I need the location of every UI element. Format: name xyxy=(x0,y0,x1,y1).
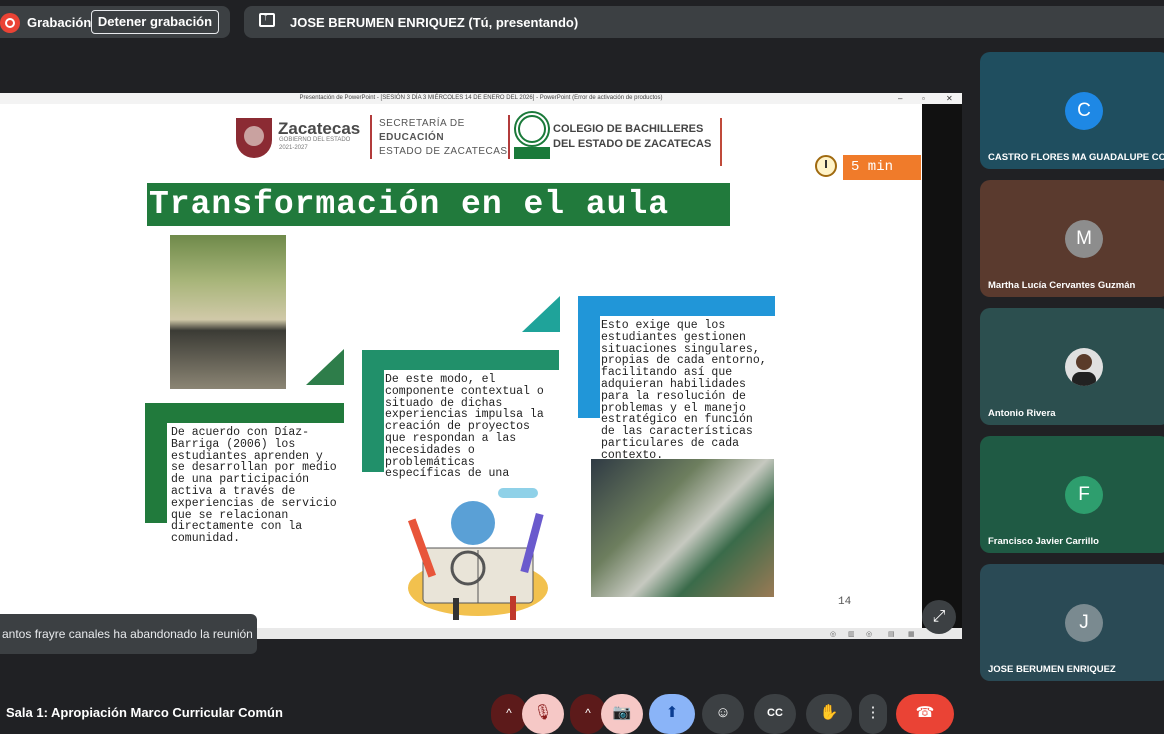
camera-off-icon[interactable]: 📷 xyxy=(601,694,643,734)
zacatecas-years: 2021-2027 xyxy=(279,145,308,151)
participant-name: JOSE BERUMEN ENRIQUEZ xyxy=(988,664,1116,675)
hang-up-button[interactable]: ☎ xyxy=(896,694,954,734)
frame-bar xyxy=(578,296,600,418)
frame-bar xyxy=(145,403,167,523)
participant-name: CASTRO FLORES MA GUADALUPE CO xyxy=(988,152,1164,163)
recording-label: Grabación xyxy=(27,15,92,30)
participant-name: Antonio Rivera xyxy=(988,408,1056,419)
close-icon[interactable]: ✕ xyxy=(946,93,953,104)
decorative-triangle xyxy=(306,349,344,385)
avatar: C xyxy=(1065,92,1103,130)
slideshow-icon[interactable]: ▤ xyxy=(888,630,895,638)
students-photo xyxy=(170,235,286,389)
participant-name: Francisco Javier Carrillo xyxy=(988,536,1099,547)
decorative-triangle xyxy=(522,296,560,332)
colegio-line1: COLEGIO DE BACHILLERES xyxy=(553,123,704,135)
colegio-logo xyxy=(514,111,550,147)
captions-icon[interactable]: CC xyxy=(754,694,796,734)
timer-badge: 5 min xyxy=(843,155,921,180)
zacatecas-logo xyxy=(236,118,272,158)
zacatecas-subtitle: GOBIERNO DEL ESTADO xyxy=(279,137,351,143)
slide-title: Transformación en el aula xyxy=(147,183,730,226)
text-block-left: De acuerdo con Díaz- Barriga (2006) los … xyxy=(171,426,337,546)
maximize-icon[interactable]: ▫ xyxy=(922,93,925,104)
view-reading-icon[interactable]: ◎ xyxy=(866,630,872,638)
fit-icon[interactable]: ▦ xyxy=(908,630,915,638)
more-options-icon[interactable]: ⋮ xyxy=(859,694,887,734)
meeting-name: Sala 1: Apropiación Marco Curricular Com… xyxy=(6,705,283,720)
participant-tile[interactable]: Antonio Rivera xyxy=(980,308,1164,425)
mic-off-icon[interactable]: 🎙 xyxy=(522,694,564,734)
frame-bar xyxy=(362,350,384,472)
recording-icon xyxy=(0,13,20,33)
participant-tile[interactable]: J JOSE BERUMEN ENRIQUEZ xyxy=(980,564,1164,681)
frame-bar xyxy=(145,403,344,423)
minimize-icon[interactable]: – xyxy=(898,93,902,104)
slide-margin xyxy=(922,104,962,628)
frame-bar xyxy=(362,350,559,370)
expand-icon[interactable]: ⤢ xyxy=(922,600,956,634)
avatar: J xyxy=(1065,604,1103,642)
avatar xyxy=(1065,348,1103,386)
avatar: F xyxy=(1065,476,1103,514)
present-screen-icon xyxy=(259,11,275,27)
divider xyxy=(508,115,510,159)
secretaria-line3: ESTADO DE ZACATECAS xyxy=(379,146,508,157)
participant-tile[interactable]: M Martha Lucía Cervantes Guzmán xyxy=(980,180,1164,297)
view-sorter-icon[interactable]: ▥ xyxy=(848,630,855,638)
page-number: 14 xyxy=(838,596,852,608)
powerpoint-titlebar: Presentación de PowerPoint - [SESIÓN 3 D… xyxy=(0,93,962,104)
participant-tile[interactable]: F Francisco Javier Carrillo xyxy=(980,436,1164,553)
frame-bar xyxy=(578,296,775,316)
notification-toast: antos frayre canales ha abandonado la re… xyxy=(0,614,257,654)
present-button[interactable]: ⬆ xyxy=(649,694,695,734)
clock-icon xyxy=(815,155,837,177)
avatar: M xyxy=(1065,220,1103,258)
emoji-icon[interactable]: ☺ xyxy=(702,694,744,734)
view-normal-icon[interactable]: ◎ xyxy=(830,630,836,638)
presenter-label: JOSE BERUMEN ENRIQUEZ (Tú, presentando) xyxy=(290,15,579,30)
raise-hand-icon[interactable]: ✋ xyxy=(806,694,852,734)
classroom-photo xyxy=(591,459,774,597)
participant-name: Martha Lucía Cervantes Guzmán xyxy=(988,280,1136,291)
zacatecas-title: Zacatecas xyxy=(278,119,361,138)
shared-screen: Presentación de PowerPoint - [SESIÓN 3 D… xyxy=(0,93,962,639)
colegio-line2: DEL ESTADO DE ZACATECAS xyxy=(553,138,712,150)
text-block-middle: De este modo, el componente contextual o… xyxy=(385,373,544,481)
colegio-logo-base xyxy=(514,147,550,159)
divider xyxy=(370,115,372,159)
divider xyxy=(720,118,722,166)
participant-tile[interactable]: C CASTRO FLORES MA GUADALUPE CO xyxy=(980,52,1164,169)
stop-recording-button[interactable]: Detener grabación xyxy=(91,10,219,34)
secretaria-line1: SECRETARÍA DE xyxy=(379,118,465,129)
secretaria-line2: EDUCACIÓN xyxy=(379,132,445,143)
text-block-right: Esto exige que los estudiantes gestionen… xyxy=(601,319,767,462)
education-illustration xyxy=(407,488,548,620)
